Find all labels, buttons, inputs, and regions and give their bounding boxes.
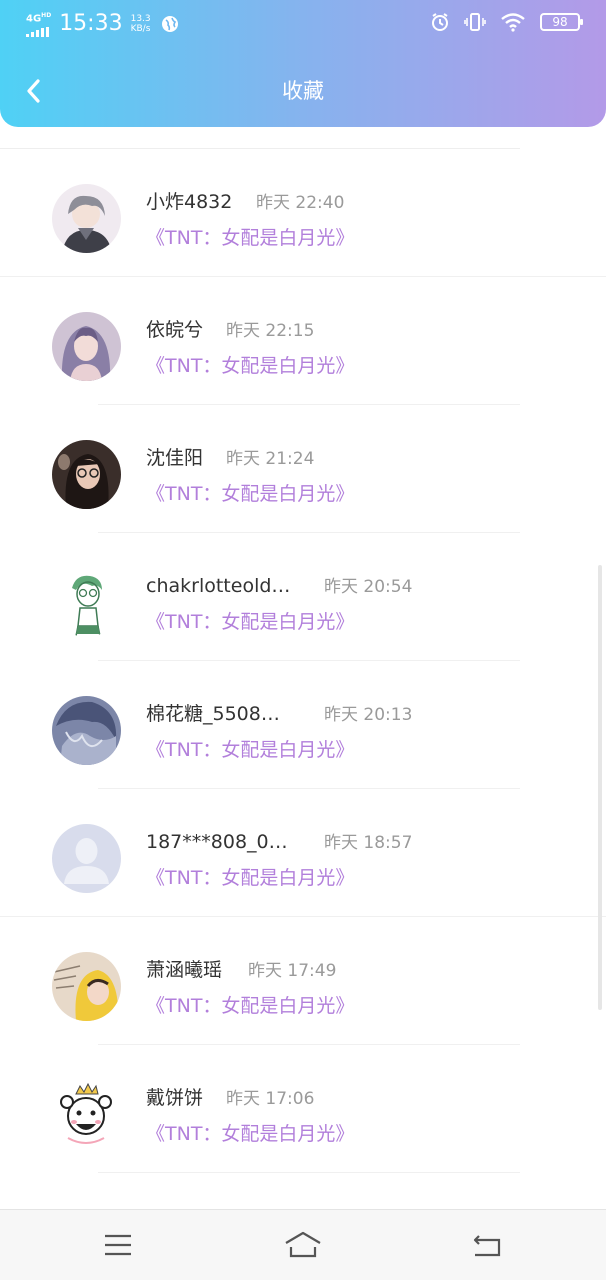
favorite-time: 昨天 22:15: [226, 321, 315, 341]
app-header: 4GHD 15:33 13.3 KB/s 98 收藏: [0, 0, 606, 127]
user-avatar[interactable]: [52, 440, 121, 509]
favorite-time: 昨天 22:40: [256, 193, 345, 213]
list-scrollbar[interactable]: [598, 565, 602, 1010]
user-avatar[interactable]: [52, 568, 121, 637]
vibrate-icon: [464, 13, 486, 31]
favorite-time: 昨天 20:13: [324, 705, 413, 725]
favorite-time: 昨天 17:06: [226, 1089, 315, 1109]
book-title-link[interactable]: 《TNT：女配是白月光》: [146, 737, 354, 763]
menu-button[interactable]: [98, 1228, 138, 1262]
user-avatar[interactable]: [52, 312, 121, 381]
page-title: 收藏: [282, 79, 324, 103]
globe-icon: [161, 16, 178, 32]
user-avatar[interactable]: [52, 824, 121, 893]
system-nav-bar: [0, 1209, 606, 1280]
clock: 15:33: [59, 11, 123, 36]
book-title-link[interactable]: 《TNT：女配是白月光》: [146, 1121, 354, 1147]
book-title-link[interactable]: 《TNT：女配是白月光》: [146, 225, 354, 251]
book-title-link[interactable]: 《TNT：女配是白月光》: [146, 993, 354, 1019]
user-name: 戴饼饼: [146, 1087, 204, 1109]
user-avatar[interactable]: [52, 1080, 121, 1149]
signal-bars-icon: [26, 26, 49, 37]
favorite-time: 昨天 17:49: [248, 961, 337, 981]
back-icon: [473, 1235, 501, 1257]
list-item[interactable]: 187***808_0… 昨天 18:57 《TNT：女配是白月光》: [0, 789, 606, 917]
user-avatar[interactable]: [52, 696, 121, 765]
network-speed: 13.3 KB/s: [131, 14, 151, 34]
signal-indicator: 4GHD: [26, 11, 52, 37]
list-item[interactable]: 小炸4832 昨天 22:40 《TNT：女配是白月光》: [0, 149, 606, 277]
speed-unit: KB/s: [130, 24, 151, 34]
back-nav-button[interactable]: [467, 1228, 507, 1262]
user-name: 棉花糖_5508…: [146, 703, 280, 725]
user-name: 沈佳阳: [146, 447, 204, 469]
list-item[interactable]: 萧涵曦瑶 昨天 17:49 《TNT：女配是白月光》: [0, 917, 606, 1045]
user-name: 萧涵曦瑶: [146, 959, 223, 981]
menu-icon: [105, 1234, 131, 1256]
network-hd-label: HD: [41, 12, 52, 20]
home-button[interactable]: [283, 1228, 323, 1262]
book-title-link[interactable]: 《TNT：女配是白月光》: [146, 353, 354, 379]
status-bar: 4GHD 15:33 13.3 KB/s 98: [0, 0, 606, 48]
list-divider: [98, 1172, 520, 1173]
favorite-time: 昨天 21:24: [226, 449, 315, 469]
user-name: chakrlotteold…: [146, 575, 291, 597]
alarm-icon: [432, 13, 448, 31]
book-title-link[interactable]: 《TNT：女配是白月光》: [146, 481, 354, 507]
wifi-icon: [501, 13, 525, 32]
book-title-link[interactable]: 《TNT：女配是白月光》: [146, 865, 354, 891]
battery-indicator: 98: [540, 13, 583, 31]
user-avatar[interactable]: [52, 952, 121, 1021]
home-icon: [285, 1231, 321, 1258]
favorite-time: 昨天 18:57: [324, 833, 413, 853]
list-item[interactable]: 依皖兮 昨天 22:15 《TNT：女配是白月光》: [0, 277, 606, 405]
favorites-list: 小炸4832 昨天 22:40 《TNT：女配是白月光》 依皖兮 昨天 22:1…: [0, 127, 606, 1209]
user-name: 187***808_0…: [146, 831, 288, 853]
book-title-link[interactable]: 《TNT：女配是白月光》: [146, 609, 354, 635]
favorite-time: 昨天 20:54: [324, 577, 413, 597]
user-avatar[interactable]: [52, 184, 121, 253]
speed-value: 13.3: [130, 14, 151, 24]
list-item[interactable]: 戴饼饼 昨天 17:06 《TNT：女配是白月光》: [0, 1045, 606, 1173]
user-name: 小炸4832: [146, 191, 233, 213]
network-label: 4G: [26, 13, 42, 25]
list-item[interactable]: 棉花糖_5508… 昨天 20:13 《TNT：女配是白月光》: [0, 661, 606, 789]
list-item[interactable]: chakrlotteold… 昨天 20:54 《TNT：女配是白月光》: [0, 533, 606, 661]
user-name: 依皖兮: [146, 319, 204, 341]
list-item[interactable]: 沈佳阳 昨天 21:24 《TNT：女配是白月光》: [0, 405, 606, 533]
